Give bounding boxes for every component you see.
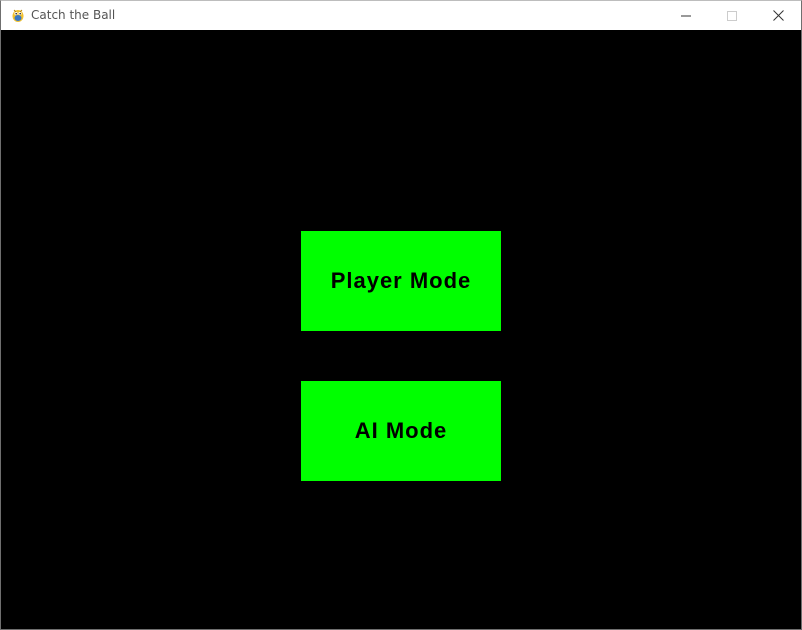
app-window: Catch the Ball Player Mode AI Mode [0,0,802,630]
close-icon [772,6,784,25]
game-canvas: Player Mode AI Mode [1,30,801,629]
ai-mode-button[interactable]: AI Mode [301,381,501,481]
player-mode-button[interactable]: Player Mode [301,231,501,331]
title-bar[interactable]: Catch the Ball [1,1,801,30]
minimize-icon [681,6,691,25]
minimize-button[interactable] [663,1,709,30]
window-title: Catch the Ball [31,8,116,22]
close-button[interactable] [755,1,801,30]
maximize-icon [727,6,737,25]
maximize-button[interactable] [709,1,755,30]
pygame-icon [10,7,26,23]
